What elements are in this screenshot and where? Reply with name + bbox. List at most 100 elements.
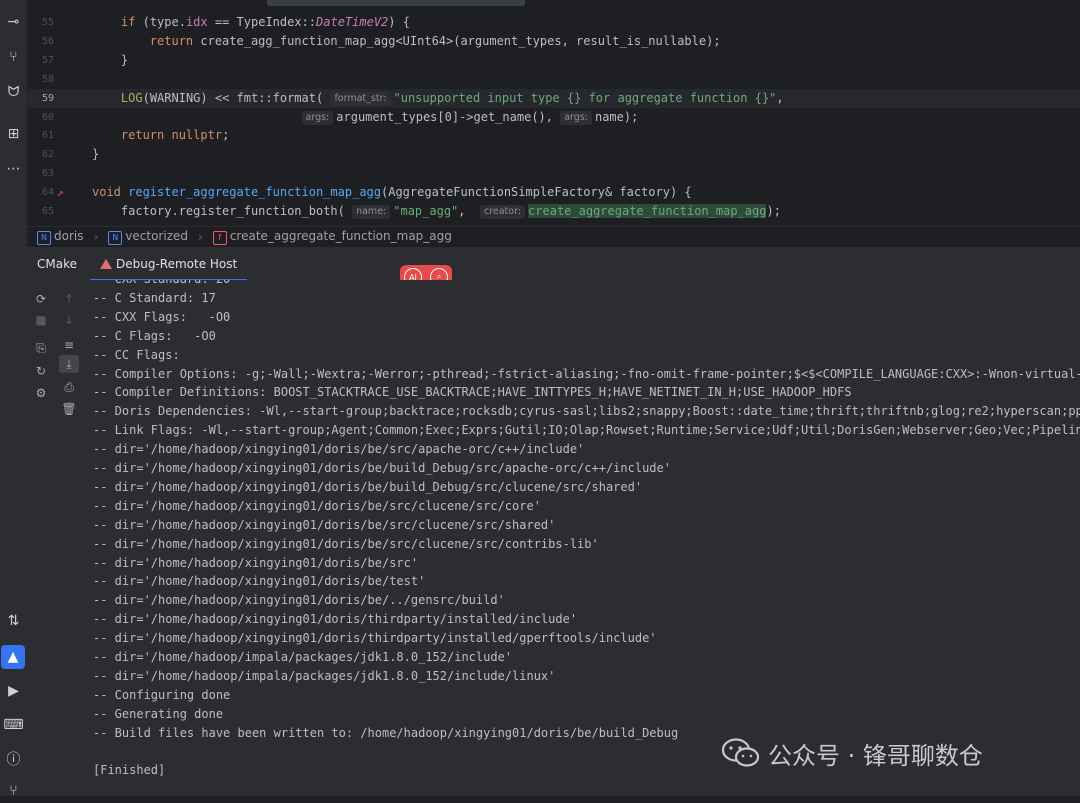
clipboard-icon[interactable]: ⎘ bbox=[31, 339, 51, 357]
console-line: -- dir='/home/hadoop/xingying01/doris/be… bbox=[93, 498, 541, 513]
arrow-down-icon[interactable]: ↓ bbox=[59, 311, 79, 329]
line-number[interactable]: 55 bbox=[27, 13, 54, 32]
console-line: -- dir='/home/hadoop/impala/packages/jdk… bbox=[93, 668, 556, 683]
code-line[interactable]: 57 } bbox=[27, 51, 1080, 70]
code-line[interactable]: 63 bbox=[27, 164, 1080, 183]
code-token: ; bbox=[222, 128, 230, 143]
line-number[interactable]: 61 bbox=[27, 126, 54, 145]
commit-icon[interactable]: ⊸ bbox=[0, 10, 27, 34]
console-line: -- Generating done bbox=[93, 706, 224, 721]
breadcrumb-item[interactable]: f create_aggregate_function_map_agg bbox=[212, 229, 452, 245]
code-token: factory.register_function_both( bbox=[92, 204, 353, 218]
line-number[interactable]: 59 bbox=[27, 89, 54, 108]
rerun-icon[interactable]: ⟳ bbox=[31, 290, 51, 308]
code-text: void register_aggregate_function_map_agg… bbox=[92, 183, 692, 202]
line-number[interactable]: 63 bbox=[27, 164, 54, 183]
line-number[interactable]: 65 bbox=[27, 202, 54, 221]
console-line: -- CXX Flags: -O0 bbox=[93, 309, 231, 324]
code-line[interactable]: 60 args: argument_types[0]->get_name(), a… bbox=[27, 108, 1080, 127]
console-line: -- dir='/home/hadoop/xingying01/doris/be… bbox=[93, 442, 585, 457]
code-line[interactable]: 62} bbox=[27, 145, 1080, 164]
console-line: -- CXX Standard: 20 bbox=[93, 280, 230, 289]
line-number[interactable]: 57 bbox=[27, 51, 54, 70]
code-line[interactable]: 59 LOG(WARNING) << fmt::format( format_s… bbox=[27, 88, 1080, 108]
code-token: create_aggregate_function_map_agg bbox=[528, 204, 767, 218]
code-token: == TypeIndex:: bbox=[207, 15, 317, 29]
tab-debug-remote-host[interactable]: Debug-Remote Host bbox=[90, 247, 248, 281]
code-token: register_aggregate_function_map_agg bbox=[128, 185, 381, 200]
console-toolbar: ⟳ ↑ ■ ↓ ⎘ ≡ ↻ ⤓ ⚙ ⎙ 🗑 bbox=[27, 280, 83, 796]
print-icon[interactable]: ⎙ bbox=[59, 378, 79, 396]
namespace-icon: N bbox=[37, 230, 51, 245]
stop-icon[interactable]: ■ bbox=[31, 311, 51, 329]
code-text: if (type.idx == TypeIndex::DateTimeV2) { bbox=[92, 13, 410, 32]
console-line: [Finished] bbox=[93, 763, 166, 778]
console-line: -- dir='/home/hadoop/xingying01/doris/be… bbox=[93, 574, 426, 589]
code-line[interactable]: 61 return nullptr; bbox=[27, 126, 1080, 145]
code-token: name); bbox=[594, 109, 639, 124]
code-token: if bbox=[120, 15, 143, 29]
parameter-hint: args: bbox=[301, 110, 334, 125]
console-line: -- dir='/home/hadoop/impala/packages/jdk… bbox=[93, 650, 513, 664]
soft-wrap-icon[interactable]: ≡ bbox=[59, 336, 79, 354]
line-number[interactable]: 60 bbox=[27, 108, 54, 127]
code-token: void bbox=[92, 185, 129, 200]
code-token: return bbox=[120, 128, 172, 143]
code-text: factory.register_function_both( name: "ma… bbox=[92, 202, 781, 221]
code-text: args: argument_types[0]->get_name(), args… bbox=[92, 108, 638, 127]
console-line: -- dir='/home/hadoop/xingying01/doris/be… bbox=[93, 536, 599, 551]
code-text: } bbox=[92, 51, 128, 70]
cmake-icon[interactable]: ▲ bbox=[1, 645, 25, 669]
code-token: (AggregateFunctionSimpleFactory& factory… bbox=[381, 185, 692, 200]
cat-icon[interactable]: ᗢ bbox=[0, 80, 27, 104]
code-line[interactable]: 64 ↗ void register_aggregate_function_map_… bbox=[27, 183, 1080, 202]
watermark: 公众号 · 锋哥聊数仓 bbox=[722, 735, 983, 771]
code-line[interactable]: 56 return create_agg_function_map_agg<UI… bbox=[27, 32, 1080, 51]
tab-label: CMake bbox=[37, 257, 77, 271]
code-line[interactable]: 58 bbox=[27, 70, 1080, 89]
git-icon[interactable]: ⑂ bbox=[0, 779, 27, 803]
editor-scrollbar[interactable] bbox=[267, 0, 525, 6]
structure-icon[interactable]: ⊞ bbox=[0, 122, 27, 146]
parameter-hint: creator: bbox=[479, 205, 526, 219]
tool-window-header: CMake Debug-Remote Host bbox=[27, 246, 1080, 281]
code-line[interactable]: 65 factory.register_function_both( name:… bbox=[27, 202, 1080, 221]
pull-requests-icon[interactable]: ⑂ bbox=[0, 45, 27, 69]
console-line: -- Build files have been written to: /ho… bbox=[93, 725, 679, 740]
line-number[interactable]: 64 bbox=[27, 183, 54, 202]
problems-icon[interactable]: ⓘ bbox=[0, 747, 27, 771]
code-token: nullptr bbox=[171, 128, 223, 143]
arrow-up-icon[interactable]: ↑ bbox=[59, 290, 79, 308]
code-token: (type. bbox=[142, 15, 186, 29]
code-token: } bbox=[92, 52, 129, 67]
line-number[interactable]: 58 bbox=[27, 70, 54, 89]
scroll-to-end-icon[interactable]: ⤓ bbox=[59, 355, 79, 373]
breadcrumb-item[interactable]: Ndoris bbox=[37, 229, 83, 245]
tab-label: Debug-Remote Host bbox=[116, 257, 238, 271]
console-line: -- Configuring done bbox=[93, 687, 231, 702]
console-line: -- C Flags: -O0 bbox=[93, 328, 216, 343]
run-icon[interactable]: ▶ bbox=[0, 679, 27, 703]
code-token: idx bbox=[185, 15, 208, 29]
console-line: -- dir='/home/hadoop/xingying01/doris/be… bbox=[93, 555, 419, 570]
override-marker-icon[interactable]: ↗ bbox=[57, 183, 64, 202]
namespace-icon: N bbox=[108, 230, 123, 245]
tab-cmake[interactable]: CMake bbox=[27, 247, 87, 281]
code-editor[interactable]: 55 if (type.idx == TypeIndex::DateTimeV2… bbox=[27, 0, 1080, 226]
line-number[interactable]: 56 bbox=[27, 32, 54, 51]
sort-icon[interactable]: ⇅ bbox=[0, 609, 27, 633]
settings-icon[interactable]: ⚙ bbox=[31, 384, 51, 402]
line-number[interactable]: 62 bbox=[27, 145, 54, 164]
console-line: -- C Standard: 17 bbox=[93, 290, 216, 305]
breadcrumb-item[interactable]: Nvectorized bbox=[108, 229, 188, 245]
trash-icon[interactable]: 🗑 bbox=[59, 400, 79, 418]
console-output[interactable]: -- CXX Standard: 20-- C Standard: 17 -- C… bbox=[83, 280, 1080, 796]
terminal-icon[interactable]: ⌨ bbox=[0, 713, 27, 737]
reload-icon[interactable]: ↻ bbox=[31, 362, 51, 380]
code-line[interactable]: 55 if (type.idx == TypeIndex::DateTimeV2… bbox=[27, 13, 1080, 32]
more-icon[interactable]: ⋯ bbox=[0, 157, 27, 181]
console-line: -- dir='/home/hadoop/xingying01/doris/th… bbox=[93, 612, 578, 627]
code-text: } bbox=[92, 145, 99, 164]
